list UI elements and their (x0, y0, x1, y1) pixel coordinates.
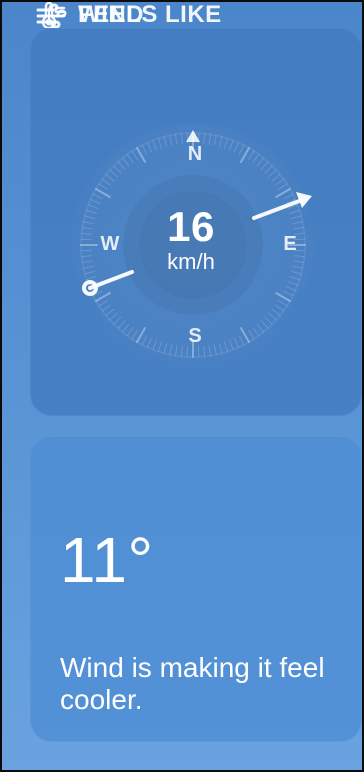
compass-minor-tick (80, 238, 92, 241)
compass-minor-tick (197, 346, 200, 358)
compass-minor-tick (186, 346, 189, 358)
wind-speed-unit: km/h (167, 249, 215, 274)
compass-west-label: W (100, 233, 120, 255)
feels-like-header: FEELS LIKE (34, 2, 222, 28)
feels-like-title: FEELS LIKE (78, 1, 222, 28)
wind-speed: 16 km/h (128, 206, 254, 274)
compass-south-label: S (188, 325, 202, 347)
wind-speed-value: 16 (167, 203, 215, 250)
feels-like-temperature: 11° (60, 524, 154, 596)
feels-like-description: Wind is making it feel cooler. (60, 652, 325, 716)
compass-east-label: E (283, 233, 297, 255)
compass-north-label: N (187, 143, 203, 165)
compass-minor-tick (80, 249, 92, 252)
thermometer-icon (34, 2, 68, 28)
weather-widget-frame: WIND N W E S 16 km/h FEELS LIKE 11° Wind… (0, 0, 364, 772)
